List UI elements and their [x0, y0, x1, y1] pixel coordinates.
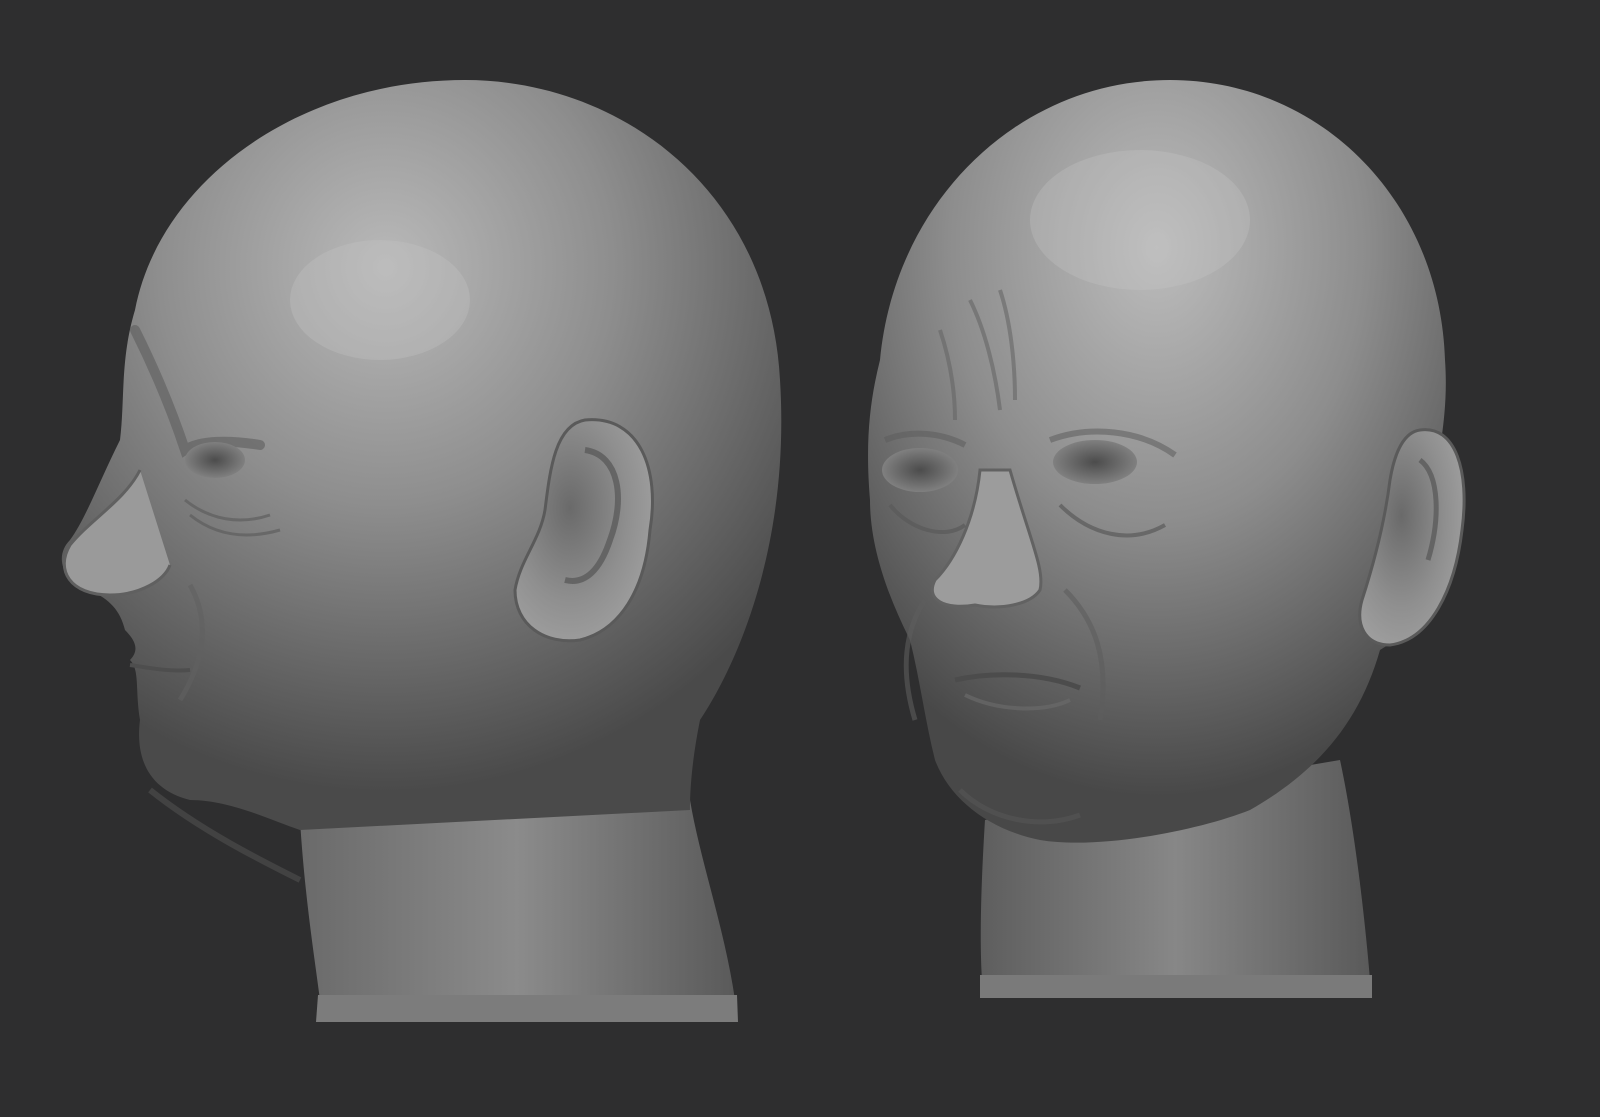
profile-base [316, 995, 738, 1022]
tq-eye-right [1053, 440, 1137, 484]
profile-neck [300, 800, 735, 1000]
profile-cheek-highlight [290, 240, 470, 360]
sculpt-render [61, 80, 1466, 1022]
tq-skull-highlight [1030, 150, 1250, 290]
tq-base [980, 975, 1372, 998]
profile-eye [185, 442, 245, 478]
three-quarter-view [868, 80, 1466, 998]
profile-head [61, 80, 782, 830]
tq-eye-left [882, 448, 958, 492]
profile-view [61, 80, 782, 1022]
render-viewport [0, 0, 1600, 1117]
